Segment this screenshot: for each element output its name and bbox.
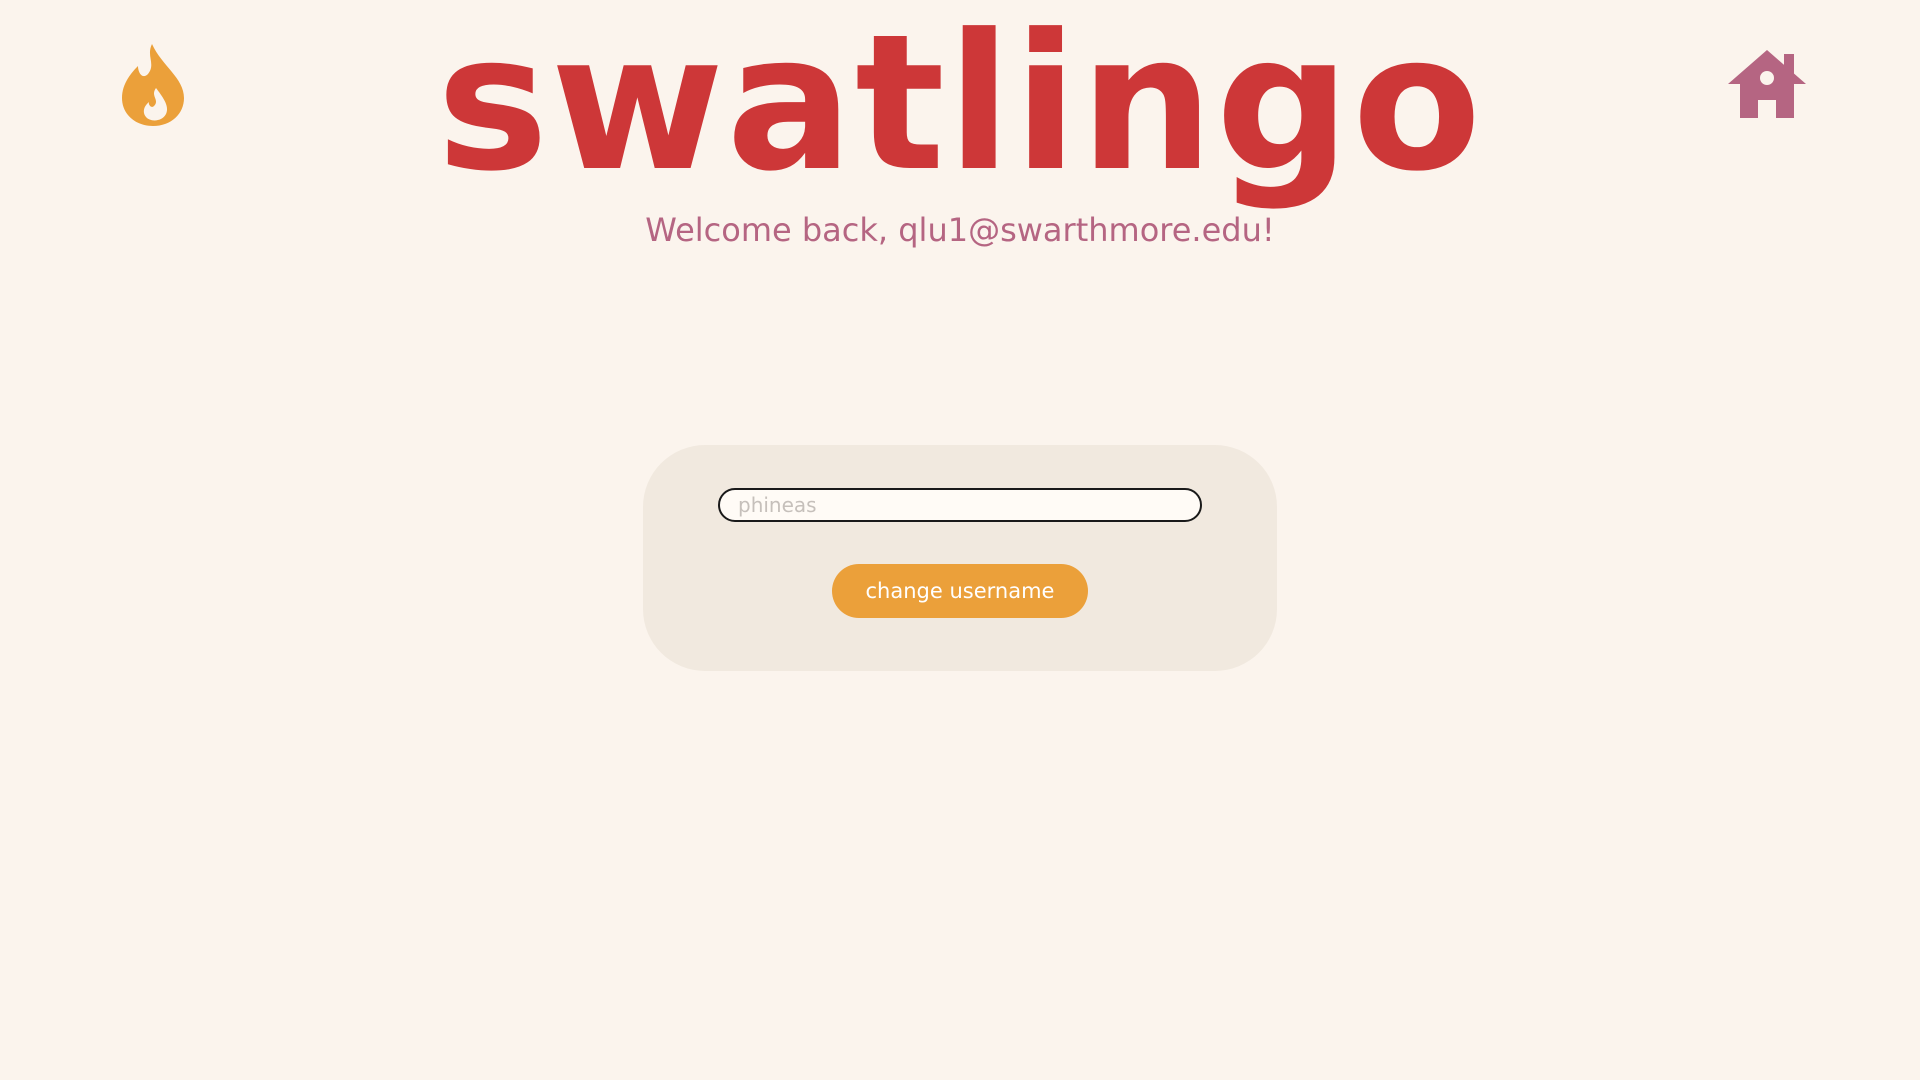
change-username-card: change username [643,445,1277,671]
home-icon[interactable] [1726,48,1808,120]
app-logo: swatlingo [436,0,1484,213]
page: swatlingo Welcome back, qlu1@swarthmore.… [0,0,1920,1080]
change-username-button[interactable]: change username [832,564,1088,618]
welcome-message: Welcome back, qlu1@swarthmore.edu! [645,211,1275,249]
username-input[interactable] [718,488,1202,522]
